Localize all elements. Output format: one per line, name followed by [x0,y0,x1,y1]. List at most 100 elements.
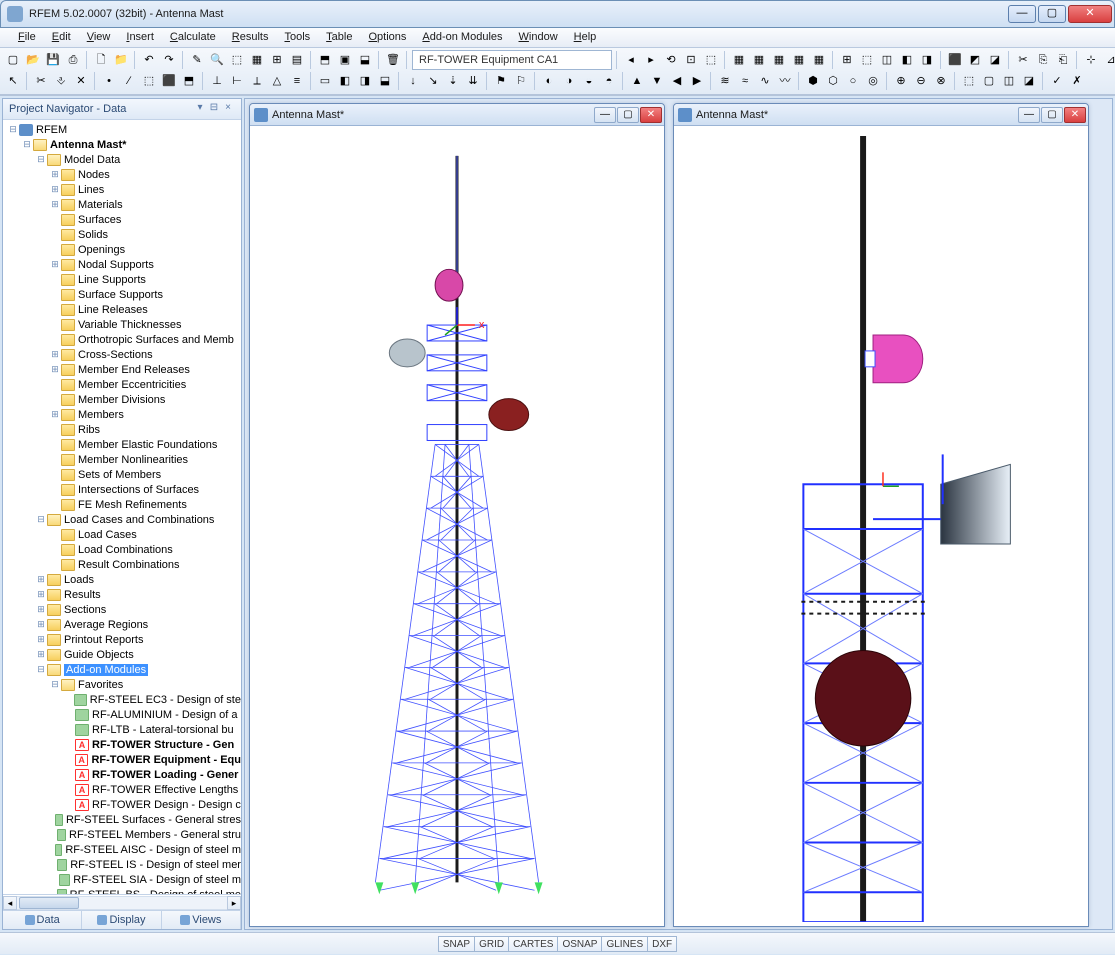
navigator-tree[interactable]: ⊟RFEM⊟Antenna Mast*⊟Model Data⊞Nodes⊞Lin… [3,120,241,894]
toolbar-button[interactable]: ▤ [288,51,306,69]
toolbar-button[interactable]: ⎙ [64,51,82,69]
tree-node[interactable]: RF-ALUMINIUM - Design of a [3,707,241,722]
close-panel-button[interactable]: × [221,102,235,116]
tree-node[interactable]: ⊟Add-on Modules [3,662,241,677]
tree-twist-icon[interactable]: ⊞ [49,199,61,210]
toolbar-button[interactable]: ⬡ [824,72,842,90]
menu-calculate[interactable]: Calculate [162,28,224,47]
toolbar-button[interactable]: 🗋 [92,51,110,69]
tree-twist-icon[interactable]: ⊟ [35,664,47,675]
status-toggle-dxf[interactable]: DXF [647,936,677,952]
toolbar-button[interactable]: • [100,72,118,90]
tree-node[interactable]: RF-TOWER Equipment - Equ [3,752,241,767]
toolbar-button[interactable]: ◫ [1000,72,1018,90]
toolbar-button[interactable]: ⊞ [838,51,856,69]
tree-twist-icon[interactable]: ⊟ [35,514,47,525]
tree-twist-icon[interactable]: ⊟ [7,124,19,135]
navigator-tab-display[interactable]: Display [82,911,161,929]
toolbar-button[interactable]: ▦ [750,51,768,69]
navigator-hscroll[interactable]: ◂ ▸ [3,894,241,910]
mdi-titlebar-1[interactable]: Antenna Mast* — ▢ ✕ [250,104,664,126]
toolbar-button[interactable]: 📂 [24,51,42,69]
menu-file[interactable]: File [10,28,44,47]
toolbar-button[interactable]: ◒ [580,72,598,90]
tree-node[interactable]: ⊞Members [3,407,241,422]
close-button[interactable]: ✕ [1068,5,1112,23]
toolbar-button[interactable]: ⎘ [1034,51,1052,69]
toolbar-button[interactable]: ▸ [642,51,660,69]
tree-node[interactable]: Variable Thicknesses [3,317,241,332]
toolbar-button[interactable]: ✗ [1068,72,1086,90]
toolbar-button[interactable]: ▢ [980,72,998,90]
toolbar-button[interactable]: ⟂ [248,72,266,90]
toolbar-button[interactable]: ⬛ [160,72,178,90]
tree-node[interactable]: ⊞Printout Reports [3,632,241,647]
toolbar-button[interactable]: ⬚ [140,72,158,90]
toolbar-button[interactable]: 💾 [44,51,62,69]
toolbar-button[interactable]: ↘ [424,72,442,90]
tree-node[interactable]: RF-LTB - Lateral-torsional bu [3,722,241,737]
toolbar-button[interactable]: ✂ [32,72,50,90]
toolbar-button[interactable]: ⊹ [1082,51,1100,69]
toolbar-button[interactable]: ⎗ [1054,51,1072,69]
tree-node[interactable]: Intersections of Surfaces [3,482,241,497]
tree-twist-icon[interactable]: ⊞ [35,574,47,585]
toolbar-button[interactable]: ▼ [648,72,666,90]
status-toggle-cartes[interactable]: CARTES [508,936,558,952]
toolbar-button[interactable]: ◨ [918,51,936,69]
tree-node[interactable]: ⊞Guide Objects [3,647,241,662]
tree-node[interactable]: RF-TOWER Design - Design c [3,797,241,812]
toolbar-button[interactable]: ⇊ [464,72,482,90]
toolbar-button[interactable]: ◩ [966,51,984,69]
viewport-1[interactable]: x [250,126,664,926]
toolbar-button[interactable]: ◧ [336,72,354,90]
tree-node[interactable]: RF-STEEL IS - Design of steel mer [3,857,241,872]
scroll-track[interactable] [17,896,227,910]
toolbar-button[interactable]: ⊞ [268,51,286,69]
menu-view[interactable]: View [79,28,119,47]
menu-results[interactable]: Results [224,28,277,47]
menu-add-on-modules[interactable]: Add-on Modules [414,28,510,47]
toolbar-button[interactable]: ▦ [810,51,828,69]
menu-window[interactable]: Window [511,28,566,47]
tree-node[interactable]: ⊞Loads [3,572,241,587]
tree-twist-icon[interactable]: ⊞ [49,409,61,420]
toolbar-button[interactable]: ▦ [790,51,808,69]
tree-twist-icon[interactable]: ⊞ [49,169,61,180]
toolbar-button[interactable]: ◧ [898,51,916,69]
toolbar-button[interactable]: ⚐ [512,72,530,90]
mdi-maximize-1[interactable]: ▢ [617,107,639,123]
navigator-tab-data[interactable]: Data [3,911,82,929]
tree-node[interactable]: Openings [3,242,241,257]
tree-twist-icon[interactable]: ⊞ [35,634,47,645]
toolbar-button[interactable]: ✂ [1014,51,1032,69]
toolbar-button[interactable]: ⬚ [858,51,876,69]
tree-node[interactable]: RF-TOWER Effective Lengths [3,782,241,797]
toolbar-button[interactable]: ◪ [986,51,1004,69]
toolbar-button[interactable]: ≈ [736,72,754,90]
toolbar-button[interactable]: ◂ [622,51,640,69]
tree-node[interactable]: Member Divisions [3,392,241,407]
tree-node[interactable]: Orthotropic Surfaces and Memb [3,332,241,347]
tree-node[interactable]: Load Cases [3,527,241,542]
toolbar-button[interactable]: ⬒ [180,72,198,90]
toolbar-button[interactable]: ⊖ [912,72,930,90]
toolbar-button[interactable]: ◑ [560,72,578,90]
toolbar-button[interactable]: ⚑ [492,72,510,90]
toolbar-button[interactable]: ⊡ [682,51,700,69]
mdi-close-2[interactable]: ✕ [1064,107,1086,123]
mdi-minimize-2[interactable]: — [1018,107,1040,123]
toolbar-button[interactable]: ⊗ [932,72,950,90]
status-toggle-grid[interactable]: GRID [474,936,509,952]
toolbar-button[interactable]: ⬓ [356,51,374,69]
toolbar-button[interactable]: 〰 [776,72,794,90]
toolbar-button[interactable]: ▭ [316,72,334,90]
toolbar-button[interactable]: ⊥ [208,72,226,90]
mdi-minimize-1[interactable]: — [594,107,616,123]
tree-node[interactable]: Member Eccentricities [3,377,241,392]
toolbar-button[interactable]: ✓ [1048,72,1066,90]
tree-node[interactable]: RF-STEEL BS - Design of steel me [3,887,241,894]
menu-help[interactable]: Help [566,28,605,47]
toolbar-button[interactable]: ∿ [756,72,774,90]
toolbar-button[interactable]: ▦ [248,51,266,69]
